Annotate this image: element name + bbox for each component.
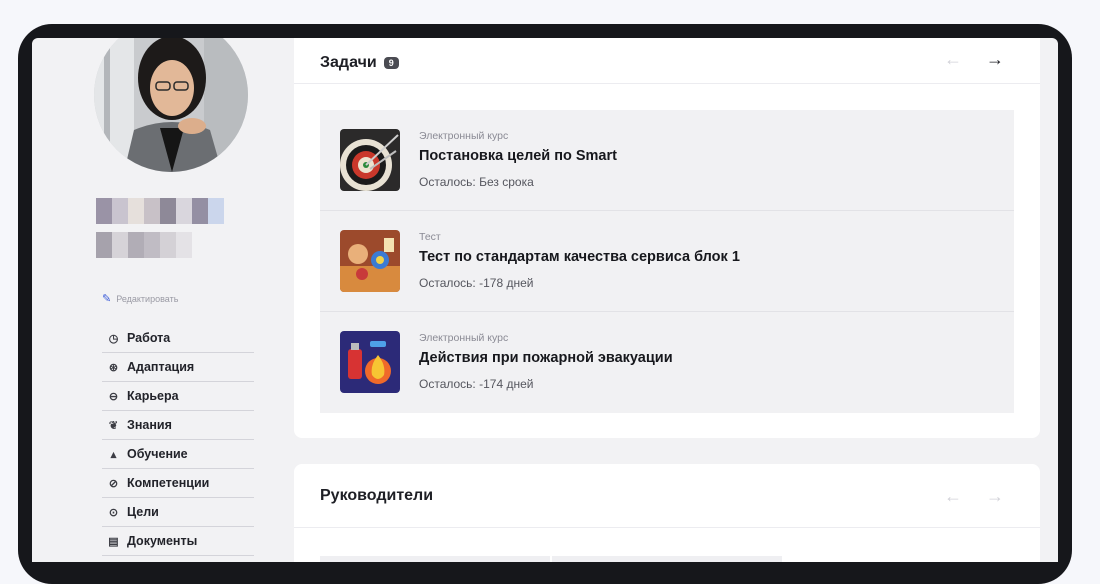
- briefcase-icon: ⊖: [108, 390, 119, 403]
- sidebar-item-adaptation[interactable]: ⊛ Адаптация: [102, 353, 254, 382]
- document-icon: ▤: [108, 535, 119, 548]
- arrow-left-icon[interactable]: ←: [944, 50, 962, 68]
- arrow-right-icon[interactable]: →: [986, 487, 1004, 505]
- task-type: Электронный курс: [419, 332, 509, 344]
- name-placeholder-blurred: [96, 198, 224, 258]
- table-header-cell: [320, 556, 550, 562]
- sidebar-menu: ◷ Работа ⊛ Адаптация ⊖ Карьера ❦ Знания …: [102, 324, 254, 556]
- service-quality-image: [340, 230, 400, 292]
- sidebar-item-label: Документы: [127, 534, 198, 548]
- task-type: Электронный курс: [419, 130, 509, 142]
- pencil-icon: ✎: [102, 293, 112, 305]
- managers-pager: ← →: [944, 487, 1004, 505]
- task-item[interactable]: Тест Тест по стандартам качества сервиса…: [320, 211, 1014, 312]
- graduation-cap-icon: ▴: [110, 448, 117, 461]
- table-header-cell: [552, 556, 782, 562]
- tasks-title: Задачи: [320, 53, 377, 71]
- knowledge-icon: ❦: [108, 419, 119, 432]
- task-title: Действия при пожарной эвакуации: [419, 350, 673, 366]
- sidebar-item-learning[interactable]: ▴ Обучение: [102, 440, 254, 469]
- sidebar-item-label: Знания: [127, 418, 172, 432]
- task-due: Осталось: -178 дней: [419, 276, 534, 290]
- tasks-header: Задачи 9 ← →: [294, 38, 1040, 84]
- task-list: Электронный курс Постановка целей по Sma…: [320, 110, 1014, 413]
- globe-icon: ⊛: [108, 361, 119, 374]
- app-screen: ✎ Редактировать ◷ Работа ⊛ Адаптация ⊖ К…: [32, 38, 1058, 562]
- profile-sidebar: ✎ Редактировать ◷ Работа ⊛ Адаптация ⊖ К…: [32, 38, 294, 562]
- darts-image: [340, 129, 400, 191]
- target-icon: ⊙: [108, 506, 119, 519]
- avatar[interactable]: [94, 38, 248, 172]
- sidebar-item-career[interactable]: ⊖ Карьера: [102, 382, 254, 411]
- arrow-left-icon[interactable]: ←: [944, 487, 962, 505]
- managers-table: [320, 556, 782, 562]
- sidebar-item-label: Карьера: [127, 389, 179, 403]
- sidebar-item-label: Адаптация: [127, 360, 195, 374]
- managers-card: Руководители ← →: [294, 464, 1040, 562]
- tasks-card: Задачи 9 ← → Электронный курс Постановка…: [294, 38, 1040, 438]
- edit-profile-link[interactable]: ✎ Редактировать: [102, 292, 178, 305]
- sidebar-item-label: Компетенции: [127, 476, 210, 490]
- clock-icon: ◷: [108, 332, 119, 345]
- task-due: Осталось: -174 дней: [419, 377, 534, 391]
- sidebar-item-goals[interactable]: ⊙ Цели: [102, 498, 254, 527]
- tasks-count-badge: 9: [383, 56, 399, 69]
- tasks-pager: ← →: [944, 50, 1004, 68]
- sidebar-item-label: Обучение: [127, 447, 188, 461]
- sidebar-item-label: Работа: [127, 331, 171, 345]
- sidebar-item-documents[interactable]: ▤ Документы: [102, 527, 254, 556]
- edit-label: Редактировать: [116, 293, 179, 304]
- task-title: Постановка целей по Smart: [419, 148, 617, 164]
- fire-safety-image: [340, 331, 400, 393]
- sidebar-item-knowledge[interactable]: ❦ Знания: [102, 411, 254, 440]
- managers-title: Руководители: [320, 486, 434, 504]
- task-title: Тест по стандартам качества сервиса блок…: [419, 249, 740, 265]
- sidebar-item-competencies[interactable]: ⊘ Компетенции: [102, 469, 254, 498]
- task-item[interactable]: Электронный курс Действия при пожарной э…: [320, 312, 1014, 413]
- arrow-right-icon[interactable]: →: [986, 50, 1004, 68]
- managers-header: Руководители ← →: [294, 464, 1040, 528]
- task-item[interactable]: Электронный курс Постановка целей по Sma…: [320, 110, 1014, 211]
- task-type: Тест: [419, 231, 441, 243]
- sidebar-item-label: Цели: [127, 505, 159, 519]
- badge-icon: ⊘: [108, 477, 119, 490]
- sidebar-item-work[interactable]: ◷ Работа: [102, 324, 254, 353]
- task-due: Осталось: Без срока: [419, 175, 534, 189]
